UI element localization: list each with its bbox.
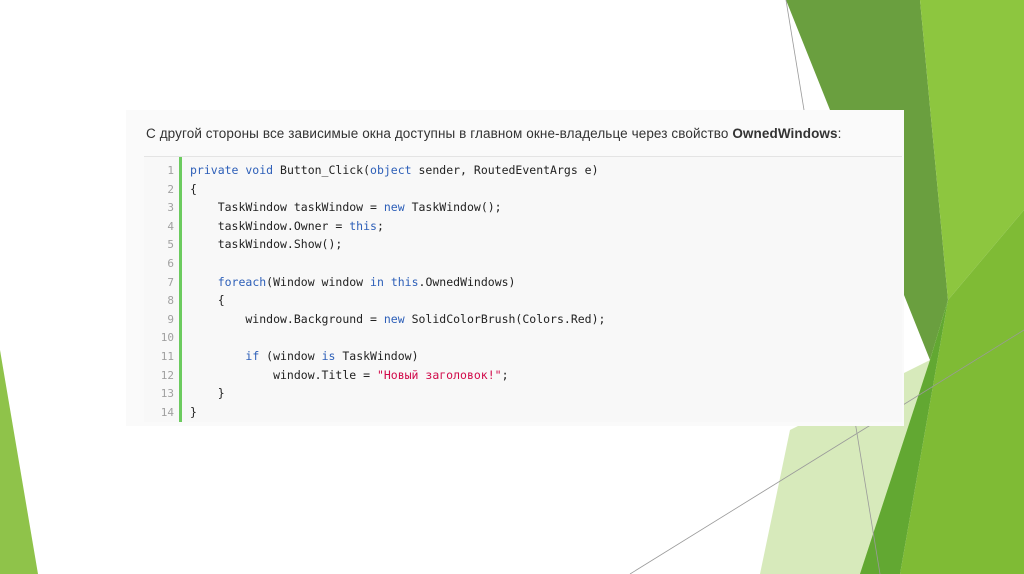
keyword-token: new [383,311,405,326]
code-token: taskWindow.Owner = [190,218,350,233]
code-line: 1 private void Button_Click(object sender… [144,161,598,180]
line-number: 12 [160,368,174,382]
line-code: window.Background = new SolidColorBrush(… [190,310,605,329]
line-number: 14 [160,405,174,419]
code-token: sender, RoutedEventArgs e) [411,163,599,177]
line-number: 8 [167,294,174,308]
code-token: ; [501,367,509,382]
intro-text-prefix: С другой стороны все зависимые окна дост… [146,126,733,141]
line-code: } [190,403,197,422]
code-line: 8 { [144,291,224,310]
code-line: 10 [144,328,174,347]
line-number: 6 [167,257,174,270]
keyword-token: this [349,218,377,233]
code-token: (window [259,349,322,363]
code-line: 4 taskWindow.Owner = this; [144,217,384,236]
code-token: } [190,404,197,419]
line-number: 3 [167,201,174,215]
code-token: ; [376,218,384,233]
code-token: taskWindow.Show(); [190,237,343,252]
keyword-token: object [370,163,412,177]
code-token: } [190,386,225,401]
keyword-token: this [390,274,419,289]
line-code: { [190,291,225,310]
code-line: 14} [144,403,197,422]
line-number: 9 [167,312,174,326]
string-token: "Новый заголовок!" [376,367,502,382]
code-token: TaskWindow(); [404,200,502,215]
code-token: TaskWindow) [335,349,419,363]
line-number: 5 [167,238,174,252]
line-code: taskWindow.Show(); [190,235,343,254]
line-number: 7 [167,275,174,289]
code-token: { [190,293,225,308]
line-code: taskWindow.Owner = this; [190,217,384,236]
code-token: SolidColorBrush(Colors.Red); [404,311,606,326]
code-token: (Window window [266,274,371,289]
keyword-token: is [321,349,336,363]
line-code: } [190,384,225,403]
code-line: 11 if (window is TaskWindow) [144,347,419,366]
code-token: window.Background = [190,311,384,326]
left-green-accent [0,350,38,574]
keyword-token: if [245,349,260,363]
keyword-token: new [383,200,405,215]
slide: С другой стороны все зависимые окна дост… [0,0,1024,574]
code-line: 12 window.Title = "Новый заголовок!"; [144,366,509,385]
line-code: { [190,180,197,199]
code-token: { [190,181,197,196]
line-code: if (window is TaskWindow) [190,347,419,366]
keyword-token: private void [190,163,274,177]
code-token: Button_Click( [273,163,371,177]
code-line: 5 taskWindow.Show(); [144,235,342,254]
line-code: private void Button_Click(object sender,… [190,161,599,180]
intro-text: С другой стороны все зависимые окна дост… [146,126,842,141]
owned-windows-property: OwnedWindows [732,126,838,141]
keyword-token: in [370,274,384,289]
line-number: 13 [160,387,174,401]
code-screenshot: С другой стороны все зависимые окна дост… [126,110,904,426]
line-code: TaskWindow taskWindow = new TaskWindow()… [190,198,502,217]
line-number: 11 [160,350,174,363]
intro-text-suffix: : [837,126,842,141]
line-number: 10 [160,331,174,345]
code-line: 13 } [144,384,225,403]
line-number: 1 [167,164,174,177]
keyword-token: foreach [217,274,267,289]
line-code: window.Title = "Новый заголовок!"; [190,366,509,385]
code-line: 2{ [144,180,197,199]
code-line: 6 [144,254,174,273]
code-line: 3 TaskWindow taskWindow = new TaskWindow… [144,198,501,217]
code-block: 1 private void Button_Click(object sender… [144,156,902,422]
line-number: 2 [167,182,174,196]
code-token: TaskWindow taskWindow = [190,200,384,215]
code-line: 7 foreach(Window window in this.OwnedWin… [144,273,515,292]
code-token: window.Title = [190,367,377,382]
code-line: 9 window.Background = new SolidColorBrus… [144,310,605,329]
code-token: .OwnedWindows) [418,274,516,289]
line-code: foreach(Window window in this.OwnedWindo… [190,273,516,292]
line-number: 4 [167,219,174,233]
